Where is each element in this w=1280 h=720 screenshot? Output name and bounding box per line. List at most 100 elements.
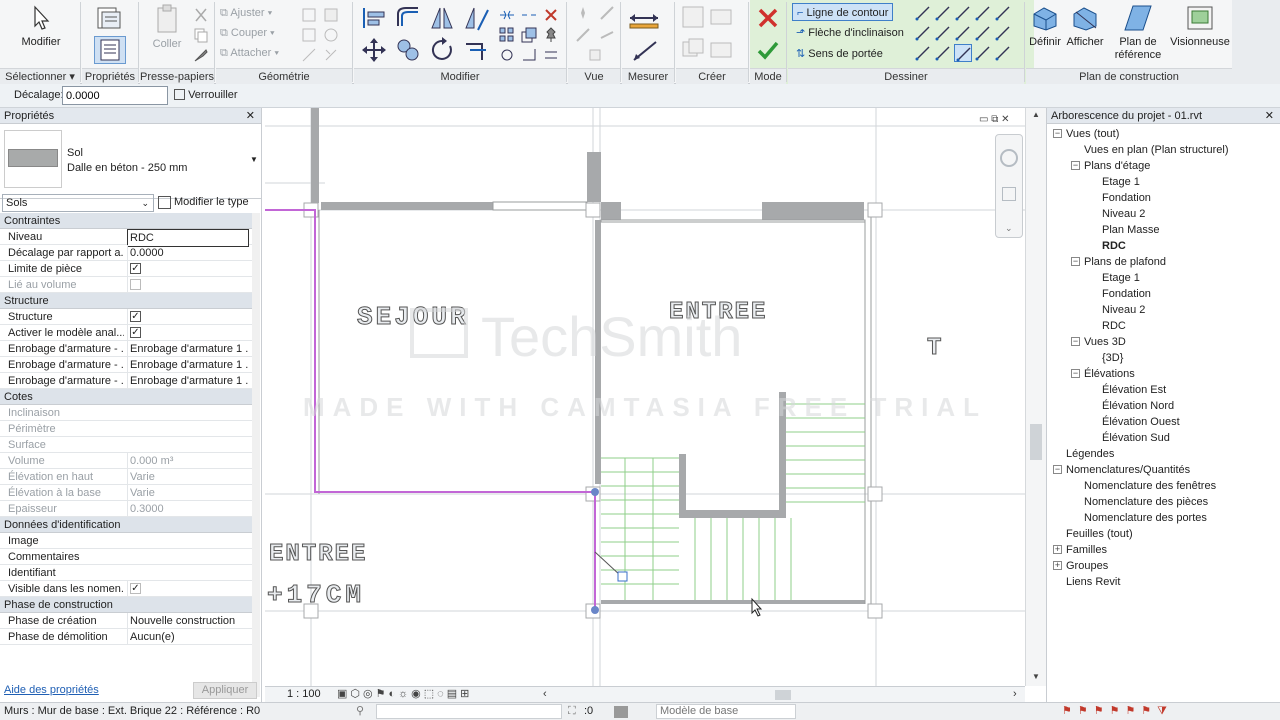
property-row[interactable]: Phase de création Nouvelle construction — [0, 613, 258, 629]
line-icon[interactable] — [914, 4, 932, 22]
browser-node[interactable]: Etage 1 — [1089, 174, 1140, 190]
ellipse-icon[interactable] — [914, 44, 932, 62]
close-view-icon[interactable]: ✕ — [1001, 114, 1009, 125]
edit-type-button[interactable]: Modifier le type — [158, 193, 258, 213]
browser-node[interactable]: − Élévations — [1071, 366, 1135, 382]
move-icon[interactable] — [360, 36, 388, 64]
vertical-scroll-thumb[interactable] — [1030, 424, 1042, 460]
modify-button[interactable]: Modifier — [14, 4, 68, 49]
browser-node[interactable]: − Plans d'étage — [1071, 158, 1150, 174]
linework-icon[interactable] — [598, 26, 616, 44]
pick-supports-icon[interactable] — [994, 44, 1012, 62]
mirror-draw-icon[interactable] — [462, 4, 490, 32]
collapse-icon[interactable]: − — [1071, 256, 1080, 266]
property-section-header[interactable]: Données d'identification — [0, 517, 258, 533]
property-checkbox[interactable]: ✓ — [130, 582, 141, 594]
collapse-icon[interactable]: − — [1053, 464, 1062, 474]
pick-lines-icon[interactable] — [954, 44, 972, 62]
browser-node[interactable]: − Nomenclatures/Quantités — [1053, 462, 1190, 478]
pick-walls-icon[interactable] — [974, 44, 992, 62]
trim-icon[interactable] — [520, 46, 538, 64]
property-row[interactable]: Lié au volume — [0, 277, 258, 293]
lock-checkbox-box[interactable] — [174, 88, 185, 100]
property-value[interactable]: 0.3000 — [127, 501, 249, 517]
property-value[interactable]: ✓ — [127, 581, 249, 597]
browser-node[interactable]: Vues en plan (Plan structurel) — [1071, 142, 1229, 158]
browser-node[interactable]: RDC — [1089, 238, 1126, 254]
property-row[interactable]: Activer le modèle anal... ✓ — [0, 325, 258, 341]
apply-button[interactable]: Appliquer — [193, 682, 257, 699]
view-tool-icon[interactable] — [586, 46, 604, 64]
property-row[interactable]: Élévation à la base Varie — [0, 485, 258, 501]
scale-icon[interactable] — [520, 26, 538, 44]
property-checkbox[interactable]: ✓ — [130, 262, 141, 274]
property-row[interactable]: Volume 0.000 m³ — [0, 453, 258, 469]
view-scale[interactable]: 1 : 100 — [287, 687, 321, 702]
property-section-header[interactable]: Cotes — [0, 389, 258, 405]
collapse-icon[interactable]: − — [1071, 336, 1080, 346]
workset-field[interactable] — [376, 704, 562, 719]
browser-node[interactable]: − Vues 3D — [1071, 334, 1126, 350]
viewer-button[interactable]: Visionneuse — [1170, 4, 1230, 49]
property-value[interactable]: Varie — [127, 485, 249, 501]
span-direction-button[interactable]: ⇅ Sens de portée — [796, 45, 883, 63]
browser-node[interactable]: Fondation — [1089, 190, 1151, 206]
property-value[interactable]: Enrobage d'armature 1 ... — [127, 357, 249, 373]
view-control-icons[interactable]: ▣⬡◎⚑◐☼◉⬚◌▤⊞ — [337, 687, 472, 702]
geometry-tool-5-icon[interactable] — [300, 46, 318, 64]
fillet-arc-icon[interactable] — [974, 24, 992, 42]
create-similar-icon[interactable] — [708, 40, 734, 62]
align-icon[interactable] — [360, 4, 388, 32]
browser-node[interactable]: + Groupes — [1053, 558, 1108, 574]
property-value[interactable]: Enrobage d'armature 1 ... — [127, 373, 249, 389]
property-value[interactable]: 0.0000 — [127, 245, 249, 261]
property-row[interactable]: Structure ✓ — [0, 309, 258, 325]
cut-geometry-button[interactable]: ⧉ Couper ▾ — [220, 24, 275, 42]
property-value[interactable]: ✓ — [127, 325, 249, 341]
property-row[interactable]: Niveau RDC — [0, 229, 258, 247]
slope-arrow-button[interactable]: ⬏ Flèche d'inclinaison — [796, 24, 904, 42]
attach-button[interactable]: ⧉ Attacher ▾ — [220, 44, 279, 62]
browser-node[interactable]: − Plans de plafond — [1071, 254, 1166, 270]
expand-icon[interactable]: + — [1053, 544, 1062, 554]
geometry-tool-6-icon[interactable] — [322, 46, 340, 64]
vertical-scrollbar[interactable]: ▲ ▼ — [1025, 108, 1046, 686]
property-row[interactable]: Enrobage d'armature - ... Enrobage d'arma… — [0, 341, 258, 357]
browser-node[interactable]: Élévation Nord — [1089, 398, 1174, 414]
chevron-down-icon[interactable]: ▼ — [250, 155, 258, 164]
property-row[interactable]: Inclinaison — [0, 405, 258, 421]
property-value[interactable]: ✓ — [127, 261, 249, 277]
geometry-tool-4-icon[interactable] — [322, 26, 340, 44]
type-properties-icon[interactable] — [96, 6, 124, 32]
property-row[interactable]: Visible dans les nomen... ✓ — [0, 581, 258, 597]
finish-edit-icon[interactable] — [756, 38, 780, 62]
property-row[interactable]: Image — [0, 533, 258, 549]
trim-extend-icon[interactable] — [462, 36, 490, 64]
browser-node[interactable]: − Vues (tout) — [1053, 126, 1119, 142]
cut-icon[interactable] — [192, 6, 210, 24]
browser-node[interactable]: Élévation Sud — [1089, 430, 1170, 446]
array-icon[interactable] — [498, 26, 516, 44]
worksharing-icon[interactable]: ⚲ — [356, 703, 364, 720]
hide-icon[interactable] — [574, 4, 592, 22]
arc-tangent-icon[interactable] — [954, 24, 972, 42]
property-row[interactable]: Identifiant — [0, 565, 258, 581]
horizontal-scroll-thumb[interactable] — [775, 690, 791, 700]
circle-icon[interactable] — [994, 4, 1012, 22]
arc-start-end-icon[interactable] — [914, 24, 932, 42]
reference-plane-button[interactable]: Plan de référence — [1108, 4, 1168, 62]
instance-filter-select[interactable]: Sols ⌄ — [2, 194, 154, 212]
browser-node[interactable]: Etage 1 — [1089, 270, 1140, 286]
match-properties-icon[interactable] — [192, 46, 210, 64]
create-assembly-icon[interactable] — [680, 4, 706, 30]
browser-node[interactable]: Élévation Ouest — [1089, 414, 1180, 430]
property-row[interactable]: Décalage par rapport a... 0.0000 — [0, 245, 258, 261]
minimize-icon[interactable]: ▭ — [979, 114, 988, 125]
property-row[interactable]: Epaisseur 0.3000 — [0, 501, 258, 517]
copy-element-icon[interactable] — [394, 36, 422, 64]
cancel-edit-icon[interactable] — [756, 6, 780, 30]
lock-checkbox[interactable]: Verrouiller — [174, 88, 238, 101]
join-button[interactable]: ⧉ Ajuster ▾ — [220, 4, 272, 22]
browser-node[interactable]: Nomenclature des fenêtres — [1071, 478, 1216, 494]
browser-node[interactable]: Plan Masse — [1089, 222, 1159, 238]
